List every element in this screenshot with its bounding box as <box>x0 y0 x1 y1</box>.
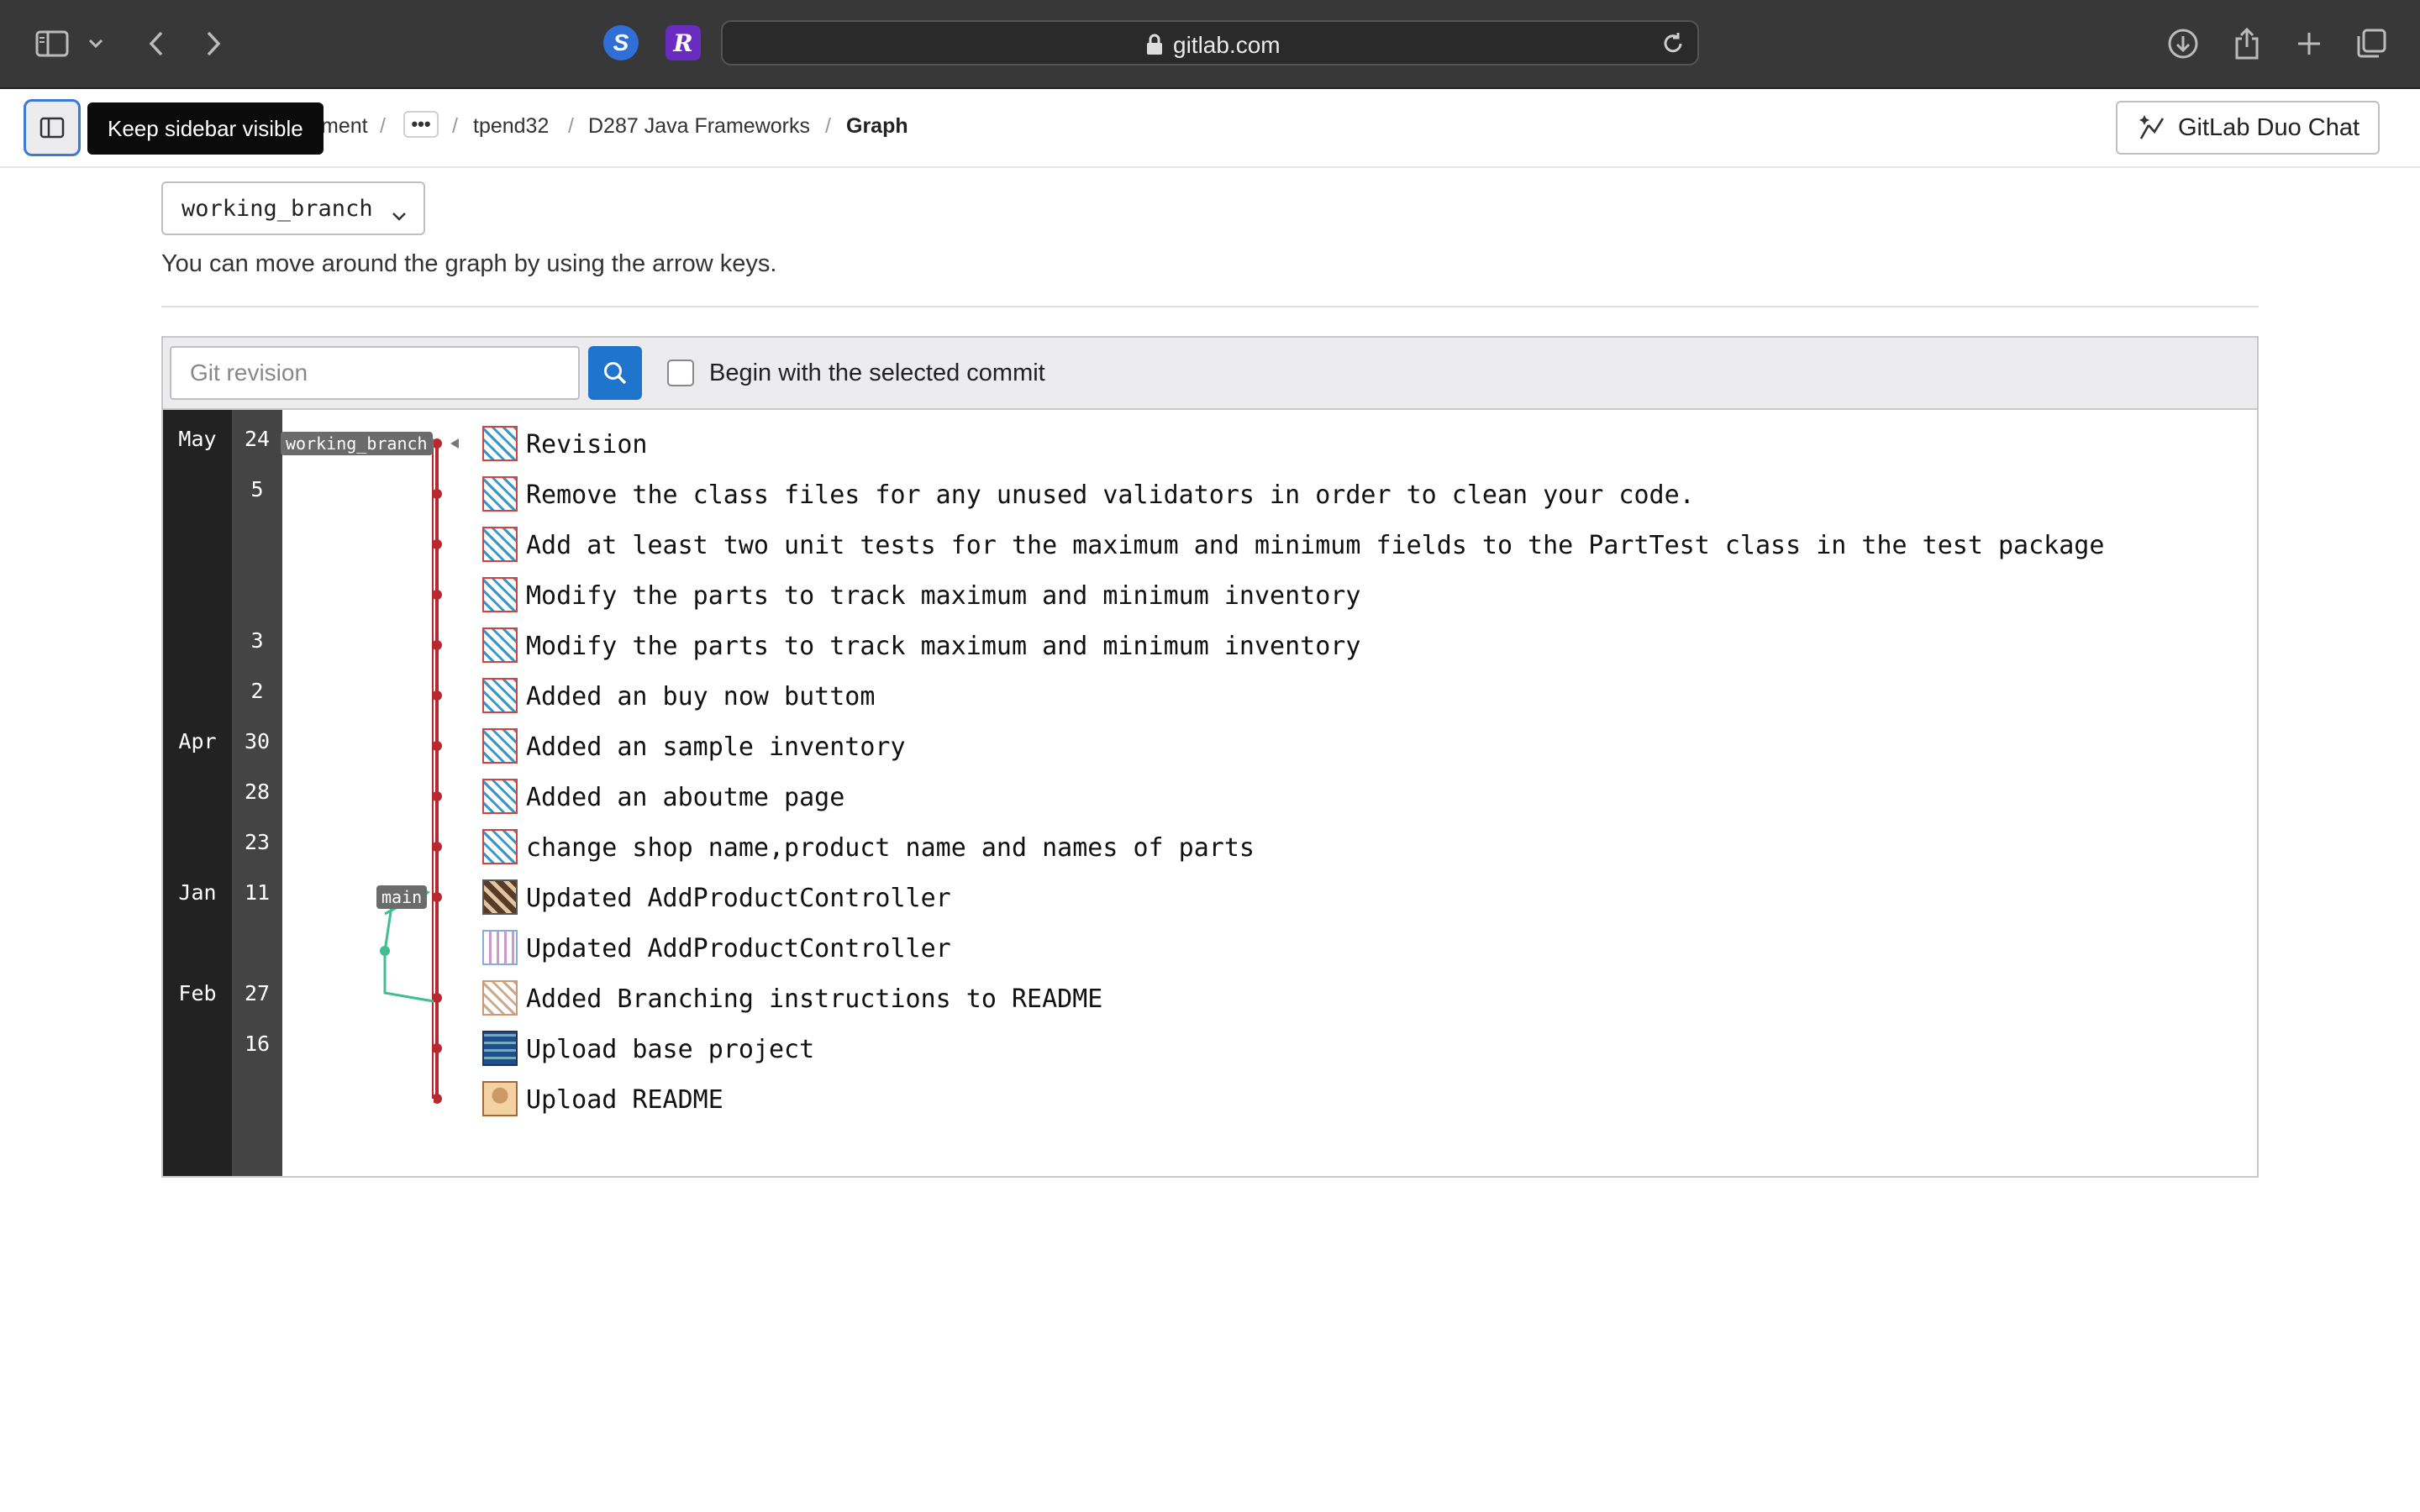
month-label: Jan <box>178 880 217 905</box>
breadcrumb-current: Graph <box>846 114 908 138</box>
avatar <box>482 678 518 713</box>
forward-icon[interactable] <box>192 22 235 66</box>
tabs-icon[interactable] <box>2349 22 2393 66</box>
avatar <box>482 1081 518 1116</box>
day-label: 30 <box>244 729 271 753</box>
commit-graph-nodes <box>434 438 459 1104</box>
commit-message[interactable]: Modify the parts to track maximum and mi… <box>526 581 1360 611</box>
avatar <box>482 728 518 764</box>
chevron-down-icon[interactable] <box>77 22 114 66</box>
commit-message[interactable]: Remove the class files for any unused va… <box>526 480 1695 510</box>
duo-chat-button[interactable]: GitLab Duo Chat <box>2116 101 2380 155</box>
branch-select[interactable]: working_branch <box>161 181 425 235</box>
avatar <box>482 930 518 965</box>
page-header: ment / ••• / tpend32 / D287 Java Framewo… <box>0 89 2420 168</box>
branch-ref-main[interactable]: main <box>376 885 428 909</box>
avatar <box>482 879 518 915</box>
breadcrumb-user[interactable]: tpend32 <box>473 114 549 139</box>
breadcrumb-separator: / <box>380 114 386 138</box>
avatar <box>482 980 518 1016</box>
branch-ref-working-branch[interactable]: working_branch <box>281 432 433 455</box>
day-column: 24 5 3 2 30 28 23 11 27 16 <box>232 410 282 1176</box>
commit-message[interactable]: Modify the parts to track maximum and mi… <box>526 632 1360 661</box>
browser-toolbar: S R gitlab.com <box>0 0 2420 89</box>
extension-s-icon[interactable]: S <box>603 25 639 60</box>
git-revision-input[interactable] <box>170 346 580 400</box>
breadcrumb-group[interactable]: ment <box>321 114 368 139</box>
day-label: 3 <box>250 628 264 653</box>
month-label: Apr <box>178 729 217 753</box>
avatar <box>482 779 518 814</box>
share-icon[interactable] <box>2225 22 2269 66</box>
commit-message[interactable]: Added an aboutme page <box>526 783 844 812</box>
reload-icon[interactable] <box>1660 31 1686 60</box>
breadcrumb-ellipsis-button[interactable]: ••• <box>403 111 439 138</box>
day-label: 16 <box>244 1032 271 1056</box>
breadcrumb-separator: / <box>452 114 458 138</box>
avatar <box>482 1031 518 1066</box>
search-icon <box>604 362 627 385</box>
tooltip: Keep sidebar visible <box>87 102 324 155</box>
day-label: 27 <box>244 981 271 1005</box>
month-label: May <box>178 427 217 451</box>
sidebar-icon <box>39 117 65 139</box>
commit-message[interactable]: Added Branching instructions to README <box>526 984 1102 1014</box>
commit-message[interactable]: Upload base project <box>526 1035 814 1064</box>
graph-hint-text: You can move around the graph by using t… <box>161 250 777 277</box>
commit-message[interactable]: Updated AddProductController <box>526 884 951 913</box>
begin-with-selected-checkbox[interactable] <box>667 360 694 386</box>
commit-message[interactable]: Added an sample inventory <box>526 732 906 762</box>
commit-message[interactable]: Updated AddProductController <box>526 934 951 963</box>
url-host: gitlab.com <box>1173 32 1281 58</box>
extension-r-icon[interactable]: R <box>666 25 701 60</box>
graph-filter-bar: Begin with the selected commit <box>163 338 2257 410</box>
breadcrumb-project[interactable]: D287 Java Frameworks <box>588 114 810 139</box>
network-graph: Begin with the selected commit May Apr J… <box>161 336 2259 1178</box>
divider <box>161 306 2259 307</box>
avatar <box>482 577 518 612</box>
commit-message[interactable]: Add at least two unit tests for the maxi… <box>526 531 2151 560</box>
breadcrumb-separator: / <box>825 114 831 138</box>
plus-icon[interactable] <box>2287 22 2331 66</box>
day-label: 11 <box>244 880 271 905</box>
duo-chat-icon <box>2139 115 2165 139</box>
search-button[interactable] <box>588 346 642 400</box>
avatar <box>482 627 518 663</box>
month-column: May Apr Jan Feb <box>163 410 232 1176</box>
back-icon[interactable] <box>134 22 178 66</box>
duo-chat-label: GitLab Duo Chat <box>2178 113 2360 141</box>
lock-icon <box>1146 34 1163 60</box>
commit-message[interactable]: Upload README <box>526 1085 723 1115</box>
commit-message[interactable]: Revision <box>526 430 648 459</box>
avatar <box>482 829 518 864</box>
day-label: 28 <box>244 780 271 804</box>
breadcrumb-separator: / <box>568 114 574 138</box>
day-label: 2 <box>250 679 264 703</box>
avatar <box>482 476 518 512</box>
avatar <box>482 527 518 562</box>
avatar <box>482 426 518 461</box>
download-icon[interactable] <box>2161 22 2205 66</box>
day-label: 5 <box>250 477 264 501</box>
branch-select-value: working_branch <box>182 195 373 222</box>
sidebar-toggle-button[interactable] <box>24 99 81 156</box>
commit-message[interactable]: Added an buy now buttom <box>526 682 875 711</box>
month-label: Feb <box>178 981 217 1005</box>
chevron-down-icon <box>392 202 407 228</box>
day-label: 23 <box>244 830 271 854</box>
commit-graph-lines <box>380 438 434 1099</box>
begin-with-selected-label: Begin with the selected commit <box>709 360 1045 386</box>
commit-message[interactable]: change shop name,product name and names … <box>526 833 1255 863</box>
sidebar-icon[interactable] <box>30 22 74 66</box>
day-label: 24 <box>244 427 271 451</box>
address-bar[interactable]: gitlab.com <box>721 20 1699 66</box>
